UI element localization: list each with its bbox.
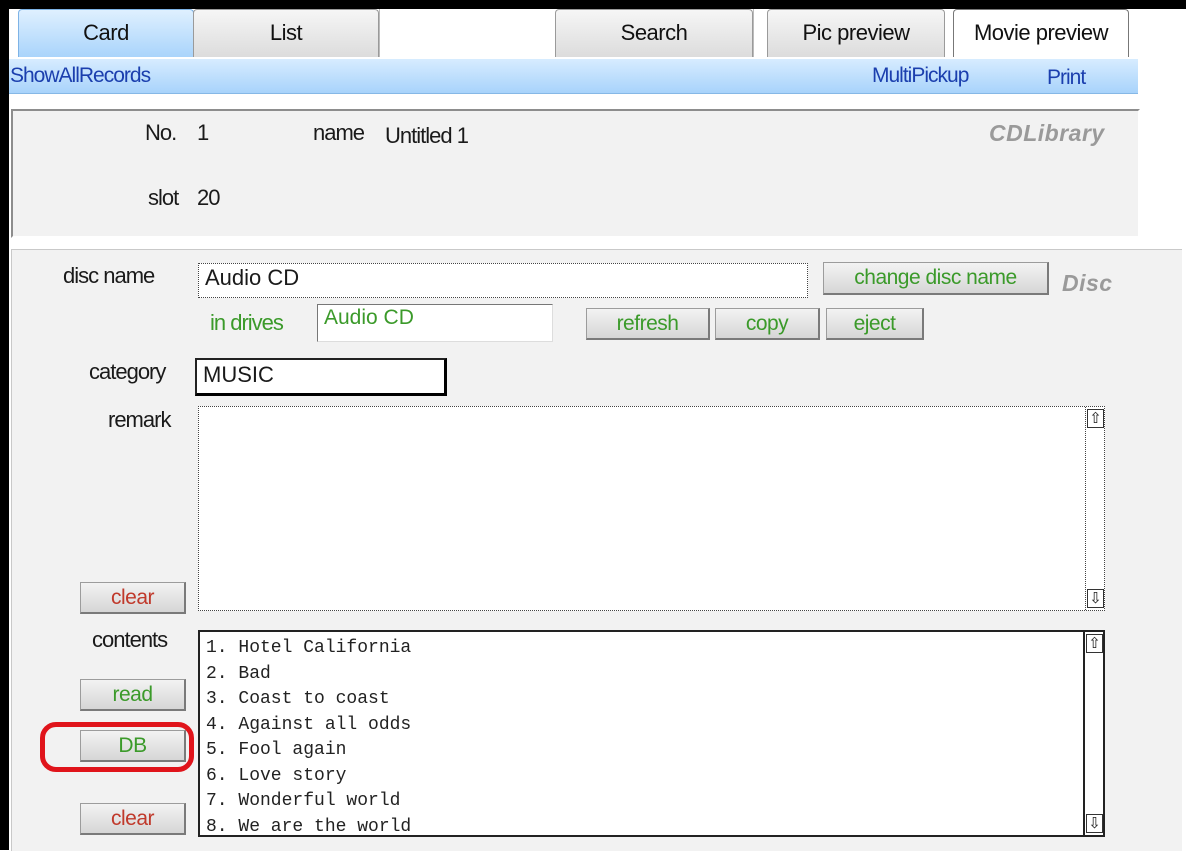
track-item: 8. We are the world: [206, 816, 412, 837]
db-button[interactable]: DB: [80, 730, 186, 762]
record-name-label: name: [313, 120, 365, 145]
disc-name-label: disc name: [63, 263, 155, 288]
track-item: 7. Wonderful world: [206, 791, 401, 811]
in-drives-label: in drives: [210, 310, 284, 335]
track-item: 2. Bad: [206, 663, 271, 684]
down-arrow-icon[interactable]: ⇩: [1087, 589, 1104, 608]
record-header-panel: No. 1 name Untitled 1 CDLibrary slot 20: [11, 109, 1140, 238]
tab-bar: Card List Search Pic preview Movie previ…: [9, 9, 1140, 59]
track-item: 4. Against all odds: [206, 714, 412, 735]
remark-clear-button[interactable]: clear: [80, 582, 186, 614]
disc-section-label: Disc: [1062, 270, 1113, 296]
contents-textarea[interactable]: 1. Hotel California 2. Bad 3. Coast to coa…: [198, 630, 1105, 837]
record-no-value: 1: [197, 120, 209, 145]
read-button[interactable]: read: [80, 679, 186, 711]
tab-pic-preview[interactable]: Pic preview: [767, 9, 945, 57]
contents-scrollbar[interactable]: ⇧ ⇩: [1083, 632, 1103, 835]
contents-clear-button[interactable]: clear: [80, 803, 186, 835]
track-item: 3. Coast to coast: [206, 689, 390, 709]
remark-textarea[interactable]: ⇧ ⇩: [198, 406, 1105, 611]
tab-spacer: [753, 9, 768, 57]
tab-card[interactable]: Card: [18, 9, 194, 57]
category-field[interactable]: MUSIC: [195, 358, 447, 396]
window-frame-top: [0, 0, 1186, 9]
up-arrow-icon[interactable]: ⇧: [1086, 634, 1103, 653]
multi-pickup-link[interactable]: MultiPickup: [872, 64, 969, 88]
copy-button[interactable]: copy: [715, 308, 820, 340]
action-bar: ShowAllRecords MultiPickup Print: [9, 59, 1138, 94]
refresh-button[interactable]: refresh: [586, 308, 710, 340]
up-arrow-icon[interactable]: ⇧: [1087, 409, 1104, 428]
contents-label: contents: [92, 627, 168, 652]
tab-spacer: [379, 9, 556, 57]
show-all-records-link[interactable]: ShowAllRecords: [10, 64, 151, 88]
tab-search[interactable]: Search: [555, 9, 753, 57]
remark-scrollbar[interactable]: ⇧ ⇩: [1085, 407, 1104, 610]
remark-label: remark: [108, 407, 171, 432]
track-item: 6. Love story: [206, 765, 347, 786]
tab-list[interactable]: List: [193, 9, 379, 57]
in-drives-field: Audio CD: [317, 304, 553, 342]
disc-panel: disc name Audio CD change disc name Disc…: [11, 249, 1182, 851]
record-slot-label: slot: [148, 185, 179, 210]
app-name-label: CDLibrary: [989, 120, 1105, 146]
contents-track-list: 1. Hotel California 2. Bad 3. Coast to coa…: [206, 636, 411, 840]
track-item: 5. Fool again: [206, 740, 347, 760]
record-name-value: Untitled 1: [385, 123, 469, 148]
disc-name-input[interactable]: Audio CD: [198, 263, 808, 298]
print-link[interactable]: Print: [1047, 66, 1086, 90]
eject-button[interactable]: eject: [826, 308, 924, 340]
window-frame-left: [0, 0, 9, 850]
category-label: category: [89, 359, 166, 384]
record-no-label: No.: [145, 120, 177, 145]
down-arrow-icon[interactable]: ⇩: [1086, 814, 1103, 833]
tab-movie-preview[interactable]: Movie preview: [953, 9, 1129, 57]
track-item: 1. Hotel California: [206, 638, 412, 658]
change-disc-name-button[interactable]: change disc name: [823, 262, 1049, 295]
record-slot-value: 20: [197, 185, 221, 210]
